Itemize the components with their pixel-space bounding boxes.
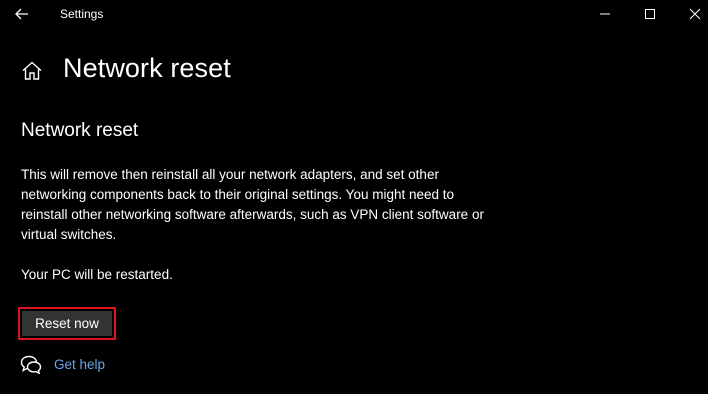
minimize-button[interactable] — [582, 0, 628, 28]
close-button[interactable] — [672, 0, 708, 28]
chat-help-icon — [20, 355, 42, 374]
back-button[interactable] — [8, 1, 36, 27]
app-title: Settings — [60, 7, 104, 21]
title-bar: Settings — [0, 0, 708, 30]
minimize-icon — [600, 13, 610, 15]
maximize-icon — [645, 9, 655, 19]
description-text: This will remove then reinstall all your… — [21, 167, 484, 242]
page-title: Network reset — [63, 53, 231, 83]
restart-note: Your PC will be restarted. — [21, 267, 173, 282]
maximize-button[interactable] — [627, 0, 673, 28]
back-arrow-icon — [15, 8, 28, 20]
page-header: Network reset — [0, 50, 708, 90]
get-help-link[interactable]: Get help — [54, 357, 105, 372]
home-icon[interactable] — [20, 59, 44, 83]
reset-now-button[interactable]: Reset now — [22, 311, 112, 336]
close-icon — [689, 8, 701, 20]
section-title: Network reset — [21, 120, 139, 141]
get-help-row[interactable]: Get help — [20, 352, 105, 376]
